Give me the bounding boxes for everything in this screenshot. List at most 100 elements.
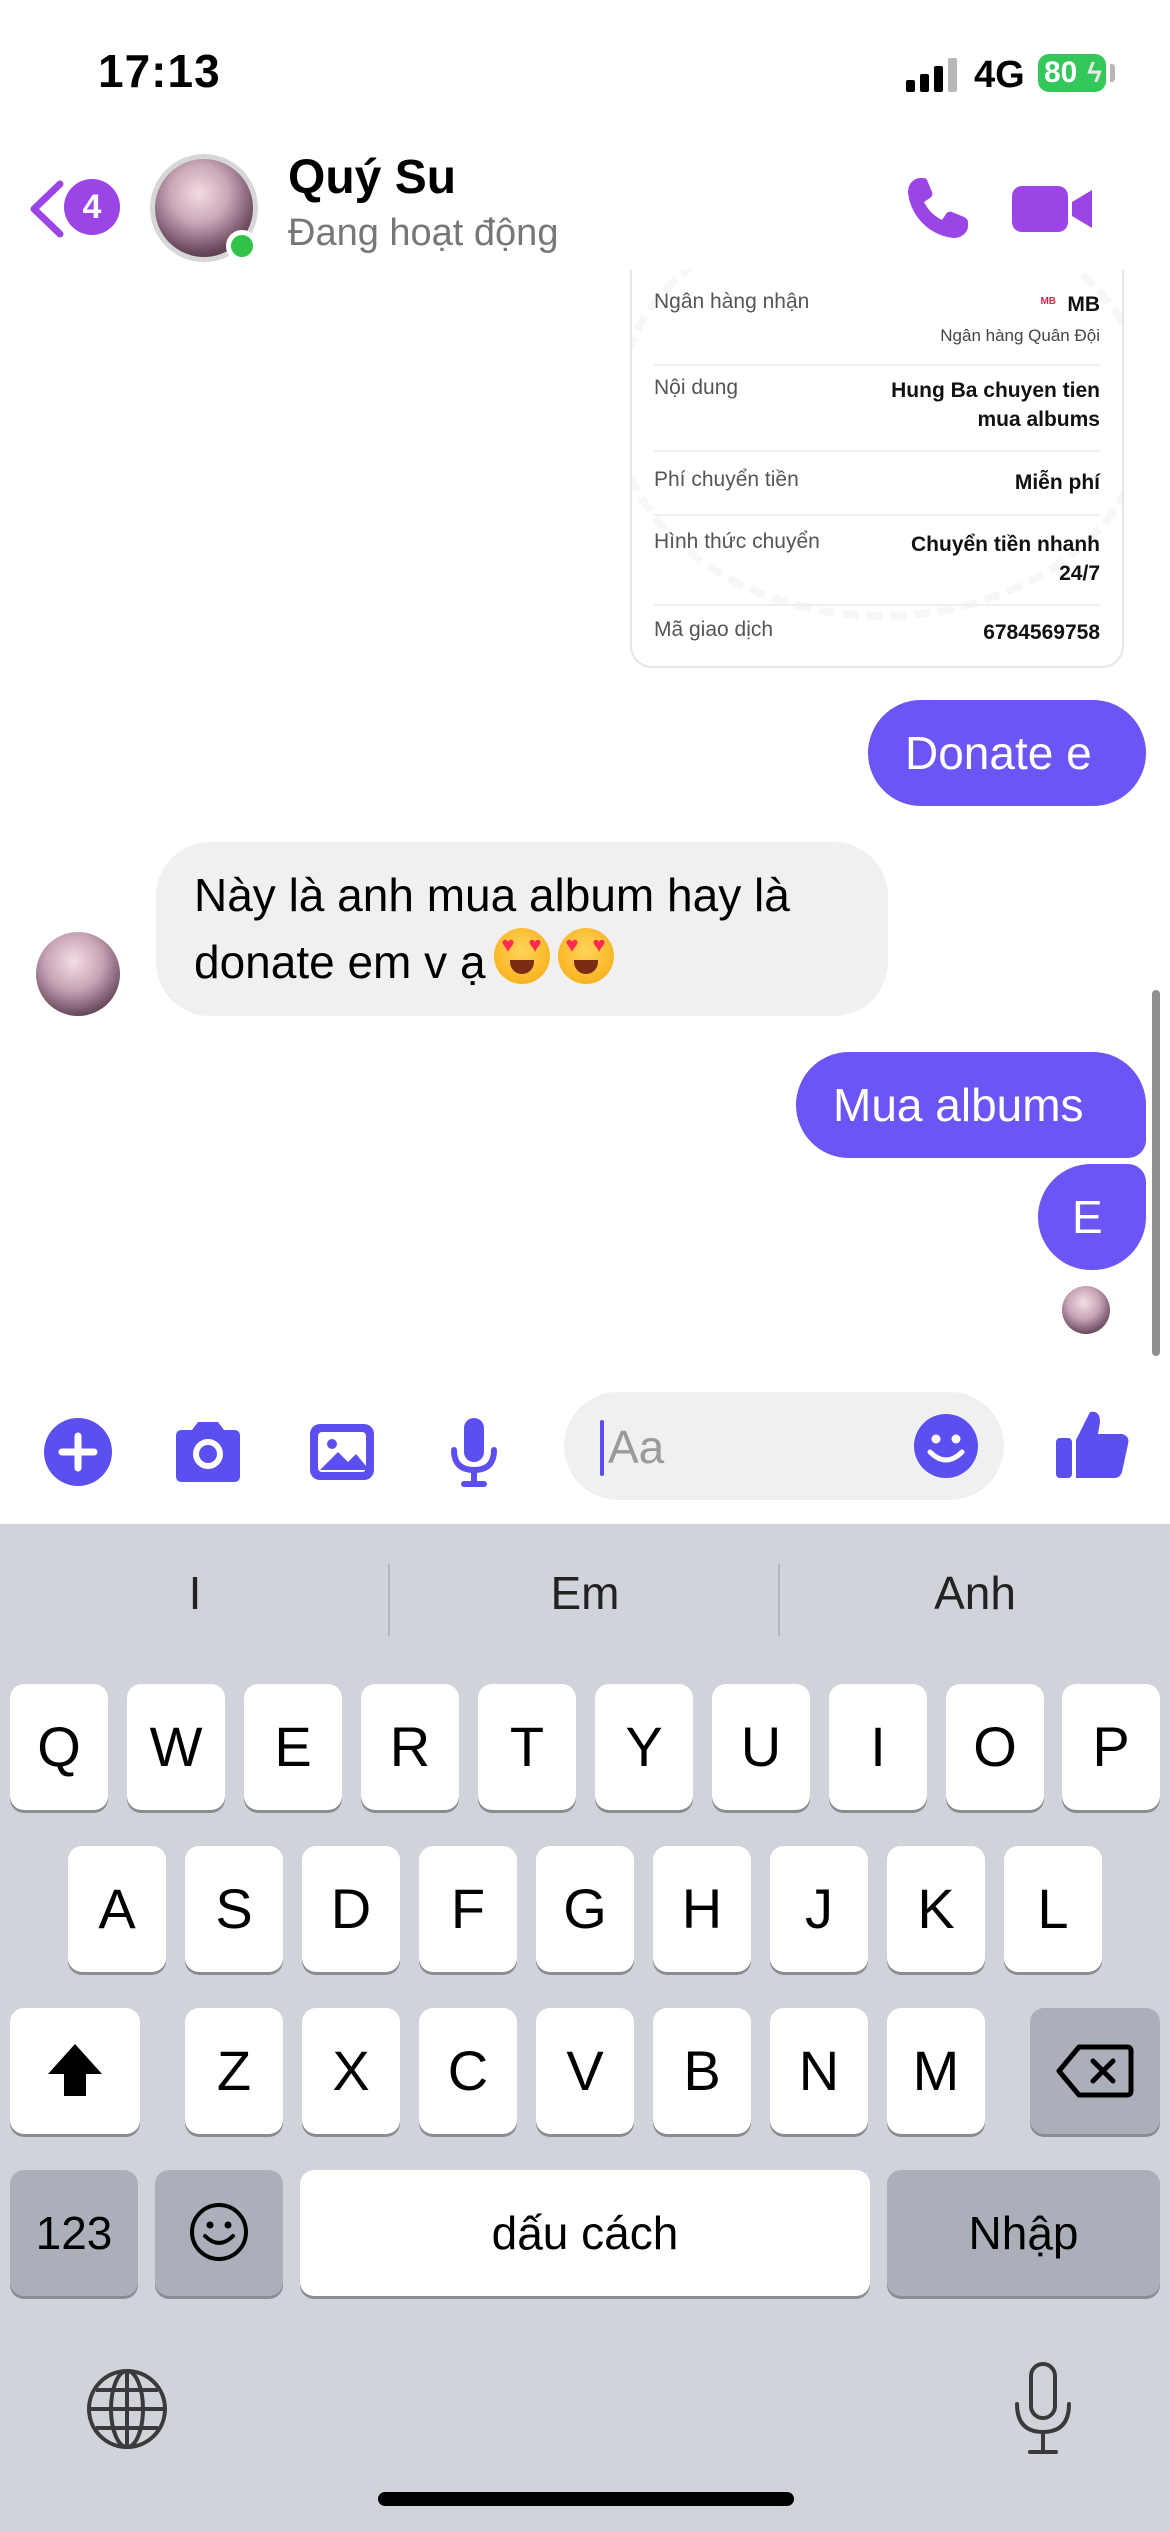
key-b[interactable]: B: [653, 2008, 751, 2134]
message-bubble-outgoing[interactable]: Mua albums: [796, 1052, 1146, 1158]
key-j[interactable]: J: [770, 1846, 868, 1972]
message-input[interactable]: Aa: [564, 1392, 1004, 1500]
receipt-row-method: Hình thức chuyển Chuyển tiền nhanh 24/7: [654, 530, 1100, 606]
status-bar: 17:13 4G 80 ϟ: [0, 0, 1170, 150]
key-c[interactable]: C: [419, 2008, 517, 2134]
thumbs-up-icon[interactable]: [1052, 1404, 1132, 1484]
signal-icon: [906, 58, 958, 92]
receipt-subvalue: Ngân hàng Quân Đội: [940, 326, 1100, 345]
key-g[interactable]: G: [536, 1846, 634, 1972]
key-p[interactable]: P: [1062, 1684, 1160, 1810]
suggestion-1[interactable]: I: [0, 1566, 390, 1620]
message-bubble-incoming[interactable]: Này là anh mua album hay là donate em v …: [156, 842, 888, 1016]
receipt-value-line: 24/7: [1059, 562, 1100, 585]
phone-icon[interactable]: [900, 172, 974, 246]
sender-avatar[interactable]: [36, 932, 120, 1016]
plus-circle-icon[interactable]: [40, 1414, 116, 1490]
key-e[interactable]: E: [244, 1684, 342, 1810]
contact-name[interactable]: Quý Su: [288, 150, 456, 205]
space-key[interactable]: dấu cách: [300, 2170, 870, 2296]
numbers-key[interactable]: 123: [10, 2170, 138, 2296]
message-bubble-outgoing[interactable]: E: [1038, 1164, 1146, 1270]
chat-header: 4 Quý Su Đang hoạt động: [0, 150, 1170, 270]
emoji-smiley-icon: [190, 2203, 248, 2261]
scrollbar[interactable]: [1152, 990, 1160, 1356]
key-y[interactable]: Y: [595, 1684, 693, 1810]
key-n[interactable]: N: [770, 2008, 868, 2134]
key-l[interactable]: L: [1004, 1846, 1102, 1972]
message-text: Donate e: [905, 727, 1092, 779]
key-x[interactable]: X: [302, 2008, 400, 2134]
smiley-icon[interactable]: [912, 1412, 980, 1480]
key-k[interactable]: K: [887, 1846, 985, 1972]
contact-avatar[interactable]: [150, 154, 260, 264]
receipt-value: Miễn phí: [1014, 471, 1100, 494]
receipt-value-line: mua albums: [977, 408, 1100, 431]
battery-icon: 80 ϟ: [1038, 54, 1106, 92]
message-text: Mua albums: [833, 1079, 1084, 1131]
receipt-row-transaction-id: Mã giao dịch 6784569758: [654, 618, 1100, 658]
receipt-label: Ngân hàng nhận: [654, 290, 810, 313]
battery-level: 80: [1044, 56, 1078, 89]
shift-key[interactable]: [10, 2008, 140, 2134]
mb-logo: MB: [1040, 296, 1056, 307]
battery-tip: [1110, 64, 1115, 82]
receipt-label: Phí chuyển tiền: [654, 468, 799, 491]
receipt-value-line: Chuyển tiền nhanh: [911, 533, 1100, 556]
receipt-value: MB: [1067, 293, 1100, 316]
suggestion-2[interactable]: Em: [390, 1566, 780, 1620]
unread-badge: 4: [64, 179, 120, 235]
microphone-icon[interactable]: [436, 1414, 512, 1490]
key-h[interactable]: H: [653, 1846, 751, 1972]
photo-gallery-icon[interactable]: [304, 1414, 380, 1490]
message-composer: Aa: [0, 1384, 1170, 1524]
key-w[interactable]: W: [127, 1684, 225, 1810]
network-type: 4G: [974, 54, 1025, 96]
key-f[interactable]: F: [419, 1846, 517, 1972]
keyboard: I Em Anh Q W E R T Y U I O P A S D F G H…: [0, 1524, 1170, 2532]
video-camera-icon[interactable]: [1010, 172, 1096, 246]
back-button[interactable]: 4: [24, 174, 134, 244]
key-t[interactable]: T: [478, 1684, 576, 1810]
receipt-value: Chuyển tiền nhanh 24/7: [911, 530, 1100, 588]
receipt-row-fee: Phí chuyển tiền Miễn phí: [654, 468, 1100, 516]
shift-arrow-icon: [48, 2044, 102, 2096]
key-a[interactable]: A: [68, 1846, 166, 1972]
message-bubble-outgoing[interactable]: Donate e: [868, 700, 1146, 806]
text-caret: [600, 1420, 604, 1476]
key-o[interactable]: O: [946, 1684, 1044, 1810]
backspace-icon: [1056, 2044, 1134, 2098]
key-r[interactable]: R: [361, 1684, 459, 1810]
dictation-microphone-icon[interactable]: [1000, 2360, 1086, 2458]
key-z[interactable]: Z: [185, 2008, 283, 2134]
message-input-placeholder: Aa: [608, 1421, 665, 1473]
home-indicator[interactable]: [378, 2492, 794, 2506]
key-q[interactable]: Q: [10, 1684, 108, 1810]
seen-indicator-avatar: [1062, 1286, 1110, 1334]
key-v[interactable]: V: [536, 2008, 634, 2134]
contact-status: Đang hoạt động: [288, 212, 559, 254]
status-time: 17:13: [98, 45, 221, 97]
return-key[interactable]: Nhập: [887, 2170, 1160, 2296]
key-u[interactable]: U: [712, 1684, 810, 1810]
transfer-receipt-card[interactable]: Ngân hàng nhận MB MB Ngân hàng Quân Đội …: [630, 240, 1124, 668]
heart-eyes-emoji-icon: [557, 928, 614, 984]
message-text: E: [1072, 1191, 1103, 1243]
globe-icon[interactable]: [84, 2366, 170, 2452]
key-s[interactable]: S: [185, 1846, 283, 1972]
key-m[interactable]: M: [887, 2008, 985, 2134]
receipt-row-bank: Ngân hàng nhận MB MB Ngân hàng Quân Đội: [654, 290, 1100, 366]
receipt-label: Nội dung: [654, 376, 739, 399]
receipt-value: 6784569758: [983, 621, 1100, 644]
delete-key[interactable]: [1030, 2008, 1160, 2134]
receipt-value-line: Hung Ba chuyen tien: [891, 379, 1100, 402]
receipt-label: Hình thức chuyển: [654, 530, 820, 553]
heart-eyes-emoji-icon: [493, 928, 550, 984]
receipt-value: Hung Ba chuyen tien mua albums: [891, 376, 1100, 434]
camera-icon[interactable]: [170, 1414, 246, 1490]
key-d[interactable]: D: [302, 1846, 400, 1972]
key-i[interactable]: I: [829, 1684, 927, 1810]
emoji-key[interactable]: [155, 2170, 283, 2296]
online-indicator: [226, 230, 258, 262]
suggestion-3[interactable]: Anh: [780, 1566, 1170, 1620]
